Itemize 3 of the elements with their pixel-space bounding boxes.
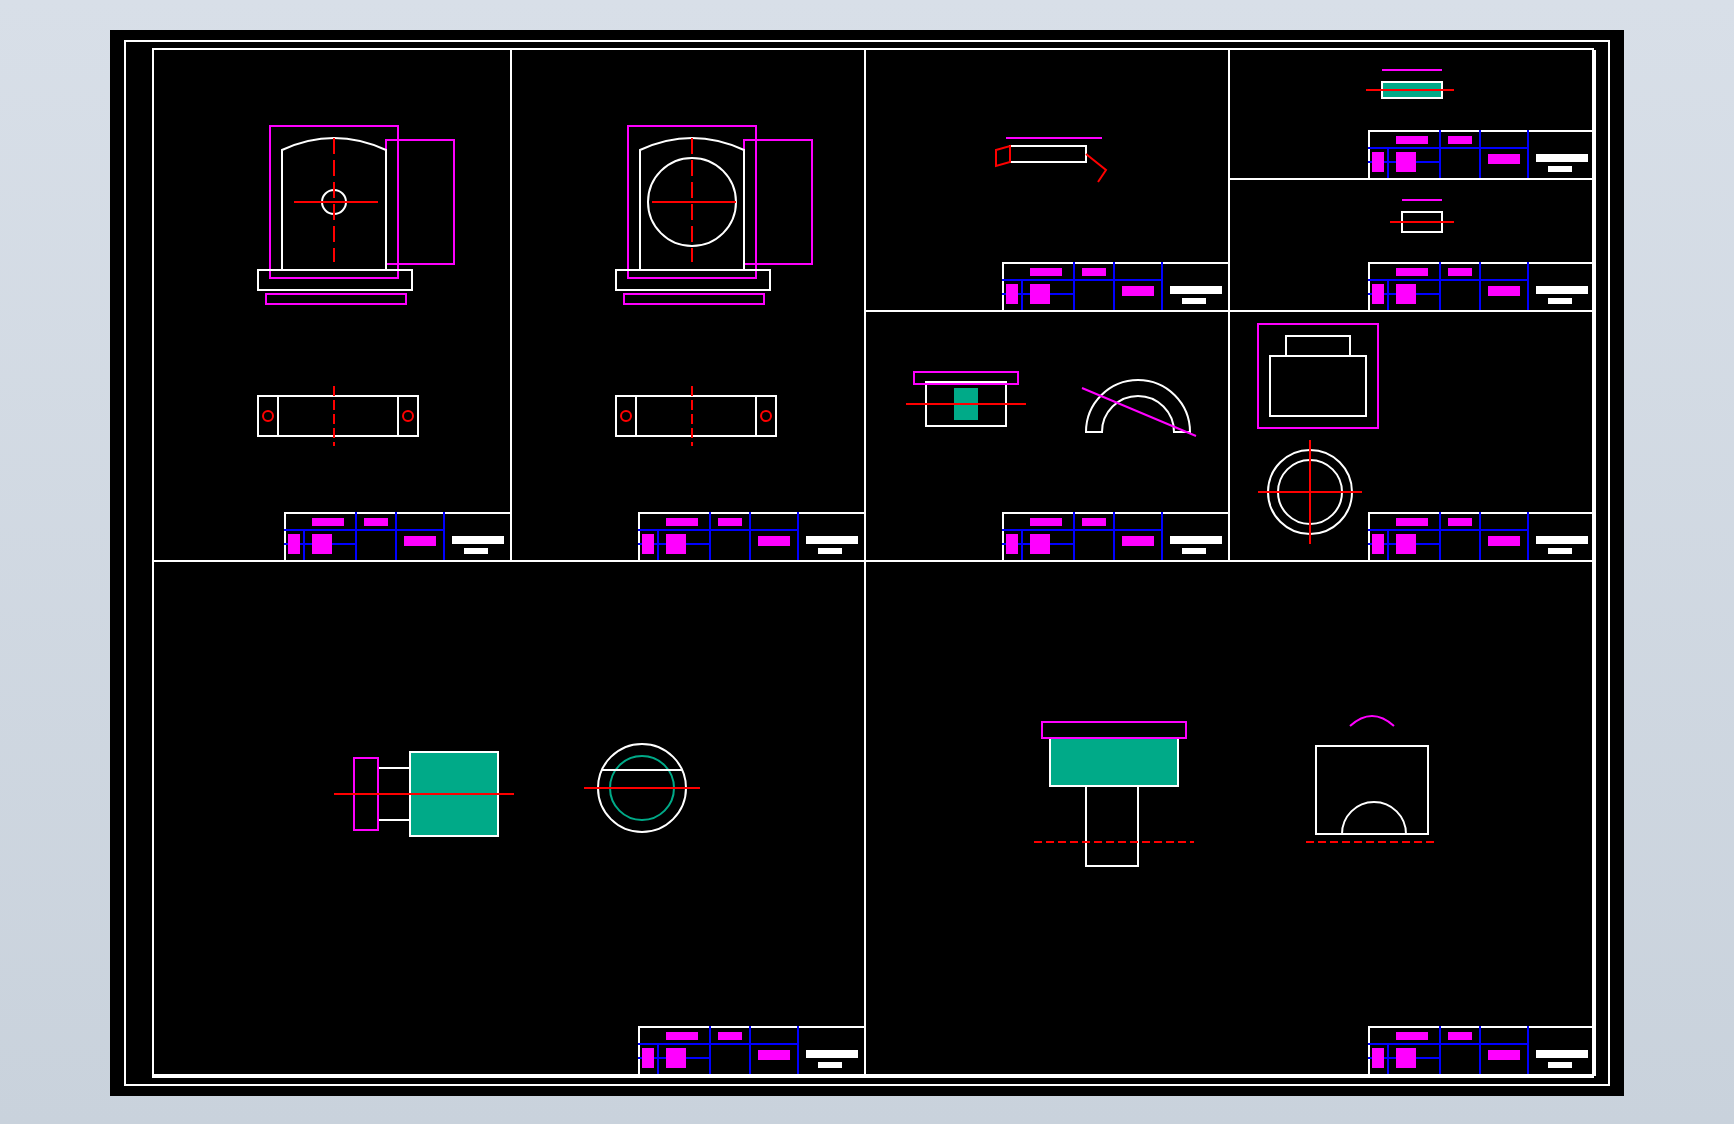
small-part-drawing — [1389, 199, 1455, 233]
key-plate-drawing — [1365, 69, 1455, 99]
pin-drawing — [995, 137, 1108, 183]
